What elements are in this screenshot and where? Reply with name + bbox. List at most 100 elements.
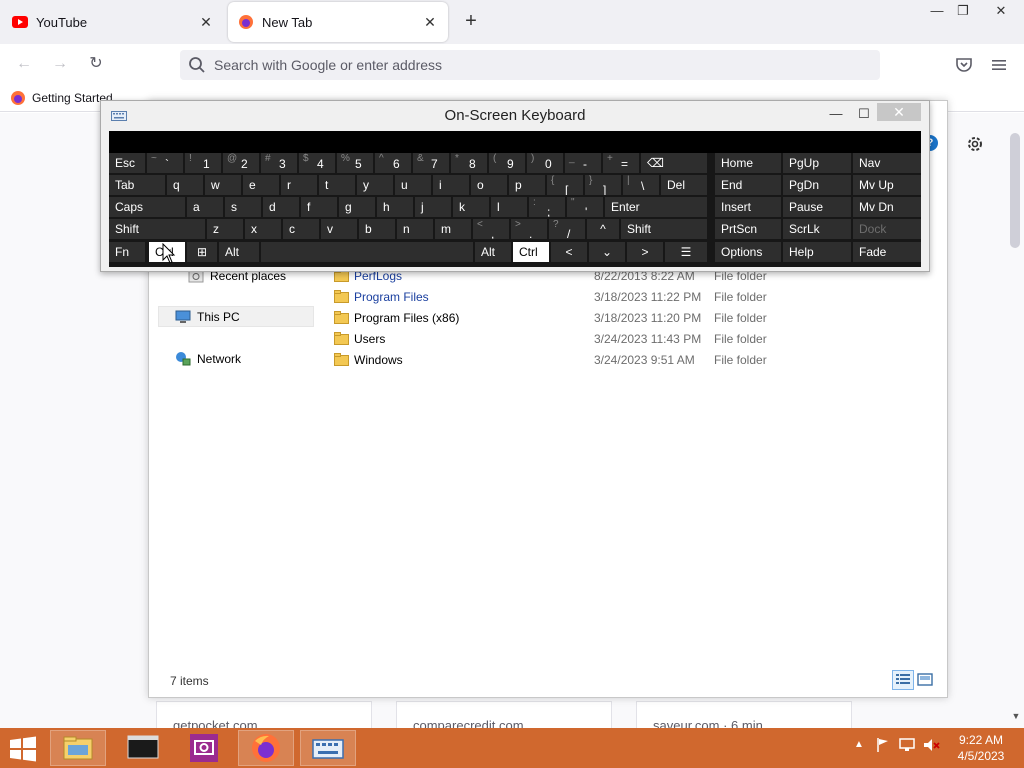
key-enter[interactable]: Enter [605,197,707,217]
details-view-button[interactable] [892,670,914,690]
key-3[interactable]: #3 [261,153,297,173]
back-icon[interactable]: ← [12,52,36,76]
key-1[interactable]: ! 1 [185,153,221,173]
tab-new-tab[interactable]: New Tab ✕ [228,2,448,42]
key-backtick[interactable]: ~ ` [147,153,183,173]
key-8[interactable]: * 8 [451,153,487,173]
key-f[interactable]: f [301,197,337,217]
key-t[interactable]: t [319,175,355,195]
key-period[interactable]: >. [511,219,547,239]
tab-youtube[interactable]: YouTube ✕ [2,2,224,42]
key-n[interactable]: n [397,219,433,239]
key-h[interactable]: h [377,197,413,217]
show-hidden-icons-icon[interactable]: ▲ [850,736,868,754]
key-9[interactable]: (9 [489,153,525,173]
key-alt[interactable]: Alt [475,242,511,262]
pocket-icon[interactable] [955,56,973,74]
key-5[interactable]: % 5 [337,153,373,173]
key-home[interactable]: Home [715,153,781,173]
key-prtscn[interactable]: PrtScn [715,219,781,239]
key-left-bracket[interactable]: {[ [547,175,583,195]
osk-close-button[interactable]: ✕ [877,103,921,121]
key-e[interactable]: e [243,175,279,195]
start-button[interactable] [8,736,38,762]
key-end[interactable]: End [715,175,781,195]
close-tab-icon[interactable]: ✕ [198,14,214,31]
key-z[interactable]: z [207,219,243,239]
forward-icon[interactable]: → [48,52,72,76]
taskbar-screenshot-tool[interactable] [176,730,232,766]
close-window-button[interactable]: ✕ [986,0,1016,22]
volume-muted-icon[interactable] [922,736,940,754]
key-help[interactable]: Help [783,242,851,262]
key-alt[interactable]: Alt [219,242,259,262]
key-shift[interactable]: Shift [621,219,707,239]
key-scrlk[interactable]: ScrLk [783,219,851,239]
close-tab-icon[interactable]: ✕ [422,14,438,31]
system-clock[interactable]: 9:22 AM 4/5/2023 [948,732,1014,764]
scroll-down-icon[interactable]: ▼ [1010,711,1022,723]
key-q[interactable]: q [167,175,203,195]
key-s[interactable]: s [225,197,261,217]
file-row[interactable]: Users 3/24/2023 11:43 PM File folder [332,329,812,349]
key-2[interactable]: @2 [223,153,259,173]
key-fn[interactable]: Fn [109,242,145,262]
key-right-bracket[interactable]: }] [585,175,621,195]
key-p[interactable]: p [509,175,545,195]
taskbar-firefox[interactable] [238,730,294,766]
key-m[interactable]: m [435,219,471,239]
key-comma[interactable]: <, [473,219,509,239]
file-row[interactable]: Program Files (x86) 3/18/2023 11:20 PM Fil… [332,308,812,328]
key-del[interactable]: Del [661,175,707,195]
nav-network[interactable]: Network [175,351,241,367]
key-d[interactable]: d [263,197,299,217]
key-context-menu[interactable]: ☰ [665,242,707,262]
action-center-flag-icon[interactable] [874,736,892,754]
file-row[interactable]: Windows 3/24/2023 9:51 AM File folder [332,350,812,370]
key-equals[interactable]: + = [603,153,639,173]
key-4[interactable]: $4 [299,153,335,173]
key-v[interactable]: v [321,219,357,239]
new-tab-button[interactable]: + [460,10,482,34]
taskbar-command-prompt[interactable] [116,730,172,766]
key-fade[interactable]: Fade [853,242,921,262]
url-input[interactable] [214,54,854,76]
taskbar-file-explorer[interactable] [50,730,106,766]
key-insert[interactable]: Insert [715,197,781,217]
key-pgdn[interactable]: PgDn [783,175,851,195]
key-pause[interactable]: Pause [783,197,851,217]
key-6[interactable]: ^ 6 [375,153,411,173]
scrollbar-thumb[interactable] [1010,133,1020,248]
key-mv-dn[interactable]: Mv Dn [853,197,921,217]
key-o[interactable]: o [471,175,507,195]
key-g[interactable]: g [339,197,375,217]
url-bar[interactable] [180,50,880,80]
story-card[interactable]: getpocket.com [156,701,372,731]
key-a[interactable]: a [187,197,223,217]
key-slash[interactable]: ? / [549,219,585,239]
key-u[interactable]: u [395,175,431,195]
gear-icon[interactable] [964,133,986,155]
key-i[interactable]: i [433,175,469,195]
osk-maximize-button[interactable]: ☐ [853,103,875,125]
key-mv-up[interactable]: Mv Up [853,175,921,195]
key-j[interactable]: j [415,197,451,217]
story-card[interactable]: comparecredit.com [396,701,612,731]
key-windows[interactable]: ⊞ [187,242,217,262]
menu-icon[interactable] [991,57,1007,73]
key-x[interactable]: x [245,219,281,239]
key-r[interactable]: r [281,175,317,195]
bookmark-getting-started[interactable]: Getting Started [10,90,113,106]
key-right-arrow[interactable]: > [627,242,663,262]
key-shift[interactable]: Shift [109,219,205,239]
key-caps[interactable]: Caps [109,197,185,217]
network-tray-icon[interactable] [898,736,916,754]
key-space[interactable] [261,242,473,262]
story-card[interactable]: saveur.com · 6 min [636,701,852,731]
taskbar-on-screen-keyboard[interactable] [300,730,356,766]
key-left-arrow[interactable]: < [551,242,587,262]
key-quote[interactable]: " ' [567,197,603,217]
key-backspace[interactable]: ⌫ [641,153,707,173]
key-up-arrow[interactable]: ^ [587,219,619,239]
key-semicolon[interactable]: :; [529,197,565,217]
